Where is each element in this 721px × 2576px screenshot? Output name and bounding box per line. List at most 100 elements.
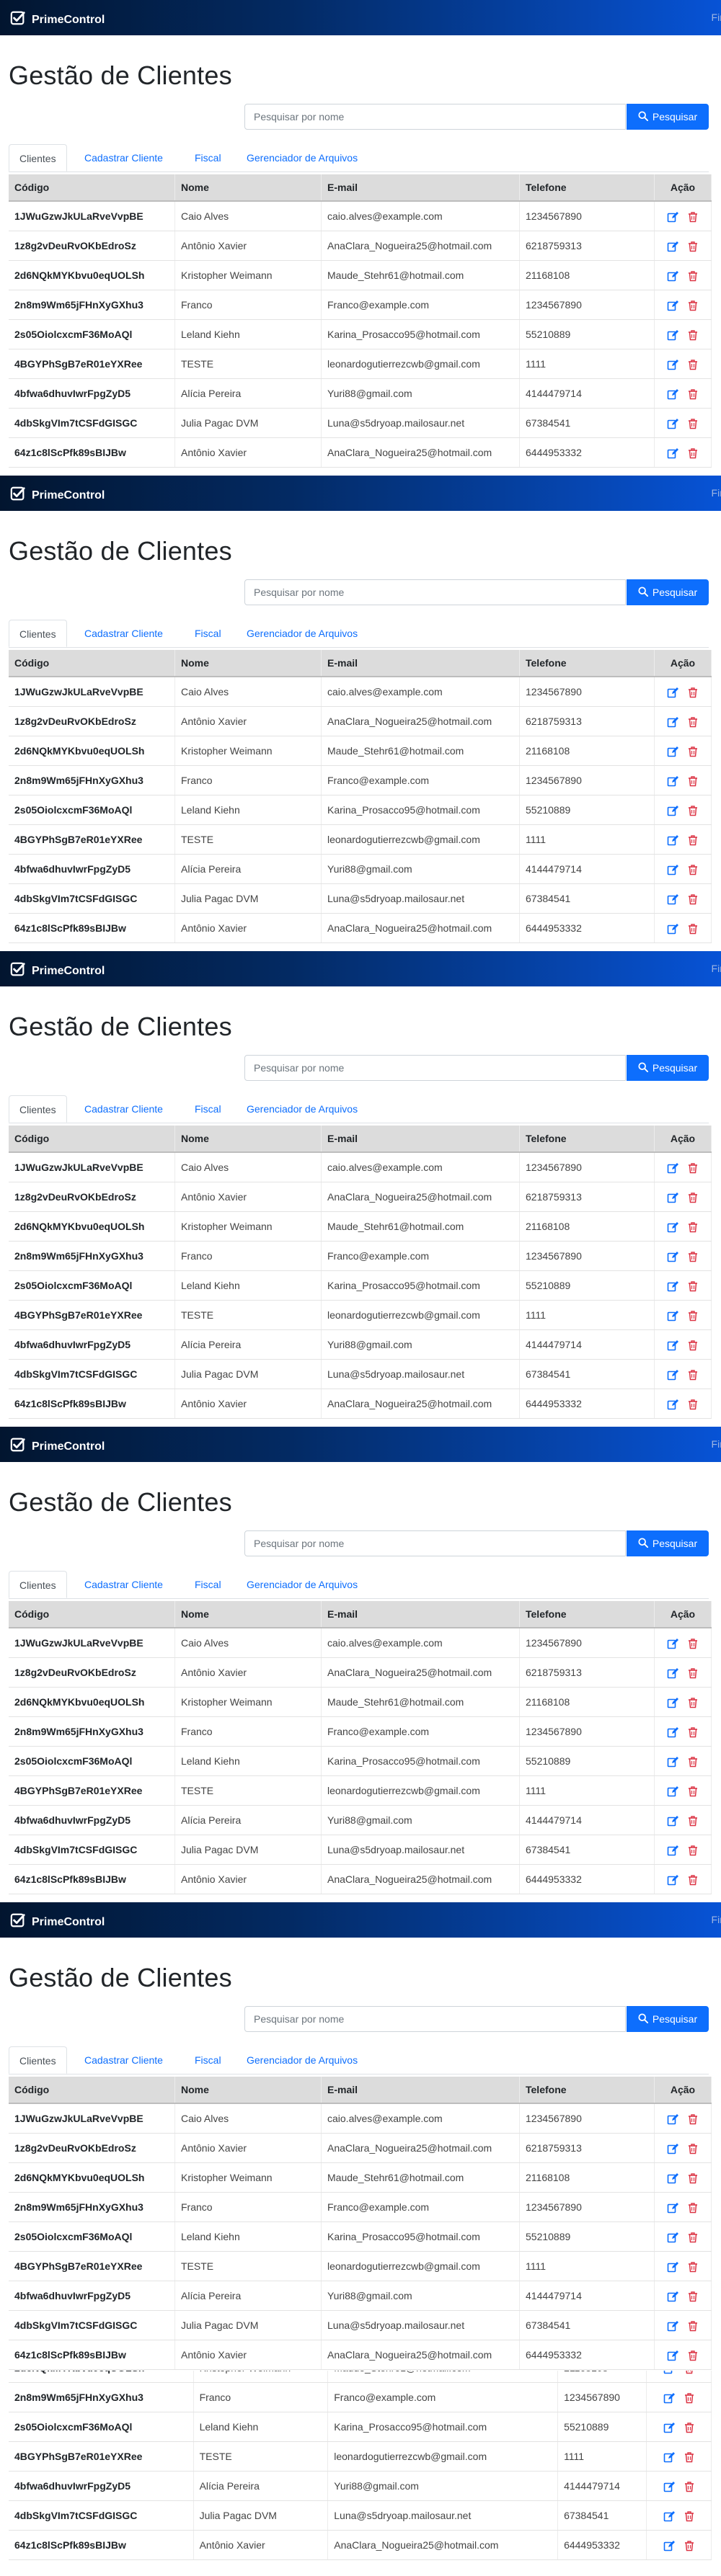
edit-icon[interactable] [667, 270, 679, 282]
search-input[interactable] [244, 1530, 626, 1556]
tab-cadastrar-cliente[interactable]: Cadastrar Cliente [74, 620, 173, 647]
edit-icon[interactable] [667, 211, 679, 223]
trash-icon[interactable] [687, 300, 699, 311]
edit-icon[interactable] [667, 1667, 679, 1679]
trash-icon[interactable] [684, 2510, 695, 2522]
edit-icon[interactable] [667, 746, 679, 757]
edit-icon[interactable] [667, 2232, 679, 2243]
tab-gerenciador-de-arquivos[interactable]: Gerenciador de Arquivos [236, 620, 368, 647]
edit-icon[interactable] [667, 1192, 679, 1203]
edit-icon[interactable] [667, 805, 679, 816]
trash-icon[interactable] [687, 241, 699, 252]
search-button[interactable]: Pesquisar [627, 579, 709, 605]
trash-icon[interactable] [687, 1845, 699, 1856]
tab-gerenciador-de-arquivos[interactable]: Gerenciador de Arquivos [236, 1571, 368, 1598]
trash-icon[interactable] [687, 2232, 699, 2243]
edit-icon[interactable] [667, 300, 679, 311]
edit-icon[interactable] [667, 329, 679, 341]
edit-icon[interactable] [667, 2172, 679, 2184]
trash-icon[interactable] [684, 2371, 695, 2374]
edit-icon[interactable] [667, 2350, 679, 2361]
edit-icon[interactable] [667, 893, 679, 905]
edit-icon[interactable] [663, 2510, 675, 2522]
trash-icon[interactable] [684, 2451, 695, 2463]
edit-icon[interactable] [663, 2392, 675, 2404]
search-button[interactable]: Pesquisar [627, 2006, 709, 2032]
edit-icon[interactable] [663, 2371, 675, 2374]
edit-icon[interactable] [667, 1369, 679, 1381]
trash-icon[interactable] [687, 2113, 699, 2125]
edit-icon[interactable] [667, 241, 679, 252]
trash-icon[interactable] [684, 2481, 695, 2492]
edit-icon[interactable] [667, 716, 679, 728]
trash-icon[interactable] [687, 2320, 699, 2332]
trash-icon[interactable] [687, 2172, 699, 2184]
edit-icon[interactable] [667, 2320, 679, 2332]
trash-icon[interactable] [687, 447, 699, 459]
trash-icon[interactable] [687, 2350, 699, 2361]
search-input[interactable] [244, 2006, 626, 2032]
tab-fiscal[interactable]: Fiscal [185, 2046, 231, 2074]
trash-icon[interactable] [687, 775, 699, 787]
trash-icon[interactable] [687, 418, 699, 429]
tab-gerenciador-de-arquivos[interactable]: Gerenciador de Arquivos [236, 2046, 368, 2074]
trash-icon[interactable] [684, 2392, 695, 2404]
search-button[interactable]: Pesquisar [627, 104, 709, 130]
trash-icon[interactable] [687, 1162, 699, 1174]
edit-icon[interactable] [663, 2540, 675, 2552]
trash-icon[interactable] [687, 1399, 699, 1410]
tab-clientes[interactable]: Clientes [9, 1095, 67, 1123]
search-input[interactable] [244, 579, 626, 605]
trash-icon[interactable] [687, 1726, 699, 1738]
trash-icon[interactable] [687, 864, 699, 875]
edit-icon[interactable] [667, 1845, 679, 1856]
tab-gerenciador-de-arquivos[interactable]: Gerenciador de Arquivos [236, 1095, 368, 1123]
edit-icon[interactable] [667, 834, 679, 846]
edit-icon[interactable] [667, 1815, 679, 1827]
trash-icon[interactable] [687, 2143, 699, 2154]
edit-icon[interactable] [667, 1251, 679, 1262]
search-button[interactable]: Pesquisar [627, 1055, 709, 1081]
edit-icon[interactable] [667, 1399, 679, 1410]
edit-icon[interactable] [667, 1786, 679, 1797]
nav-link-fin[interactable]: Fin [712, 12, 721, 23]
search-input[interactable] [244, 1055, 626, 1081]
trash-icon[interactable] [687, 1251, 699, 1262]
edit-icon[interactable] [667, 388, 679, 400]
trash-icon[interactable] [687, 388, 699, 400]
search-button[interactable]: Pesquisar [627, 1530, 709, 1556]
trash-icon[interactable] [687, 1221, 699, 1233]
trash-icon[interactable] [687, 687, 699, 698]
edit-icon[interactable] [663, 2451, 675, 2463]
edit-icon[interactable] [667, 447, 679, 459]
edit-icon[interactable] [663, 2422, 675, 2433]
trash-icon[interactable] [687, 1192, 699, 1203]
trash-icon[interactable] [687, 329, 699, 341]
edit-icon[interactable] [667, 687, 679, 698]
trash-icon[interactable] [687, 2261, 699, 2273]
edit-icon[interactable] [667, 1280, 679, 1292]
trash-icon[interactable] [687, 1369, 699, 1381]
tab-clientes[interactable]: Clientes [9, 1571, 67, 1598]
edit-icon[interactable] [667, 1697, 679, 1708]
trash-icon[interactable] [687, 2291, 699, 2302]
trash-icon[interactable] [687, 270, 699, 282]
edit-icon[interactable] [667, 1874, 679, 1886]
edit-icon[interactable] [667, 1756, 679, 1768]
trash-icon[interactable] [687, 805, 699, 816]
trash-icon[interactable] [687, 834, 699, 846]
edit-icon[interactable] [667, 2261, 679, 2273]
edit-icon[interactable] [667, 1726, 679, 1738]
edit-icon[interactable] [667, 1162, 679, 1174]
edit-icon[interactable] [667, 1310, 679, 1322]
trash-icon[interactable] [687, 893, 699, 905]
tab-fiscal[interactable]: Fiscal [185, 1095, 231, 1123]
trash-icon[interactable] [687, 1638, 699, 1649]
edit-icon[interactable] [667, 1340, 679, 1351]
trash-icon[interactable] [684, 2422, 695, 2433]
nav-link-fin[interactable]: Fin [712, 1914, 721, 1925]
tab-cadastrar-cliente[interactable]: Cadastrar Cliente [74, 1571, 173, 1598]
tab-clientes[interactable]: Clientes [9, 620, 67, 647]
trash-icon[interactable] [687, 359, 699, 370]
edit-icon[interactable] [663, 2481, 675, 2492]
